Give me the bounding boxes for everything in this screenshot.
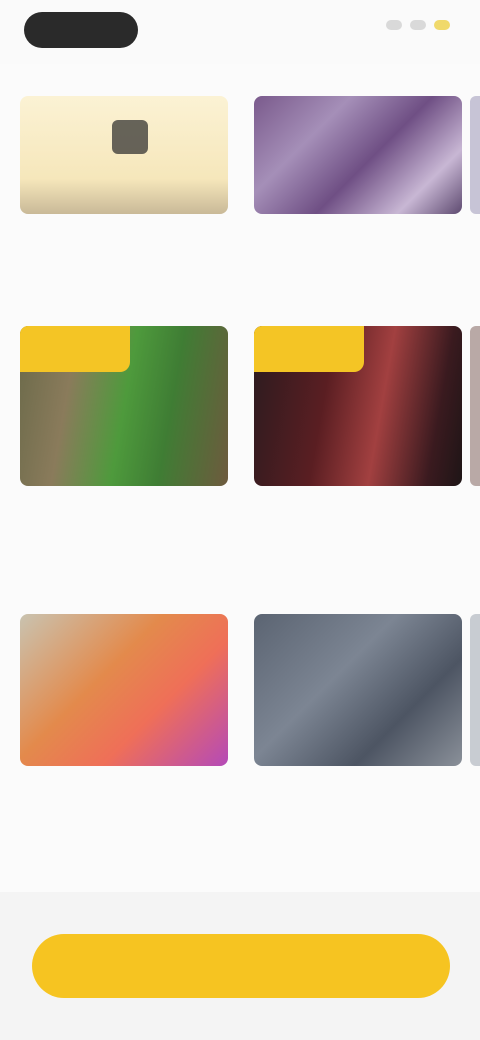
card-subtitle bbox=[20, 254, 228, 268]
card-subtitle bbox=[254, 806, 462, 820]
next-card-peek[interactable] bbox=[470, 326, 480, 486]
status-icons bbox=[386, 20, 450, 30]
next-card-peek[interactable] bbox=[470, 96, 480, 214]
battery-icon bbox=[434, 20, 450, 30]
card-subtitle bbox=[20, 526, 228, 540]
app-icon bbox=[112, 120, 148, 154]
card-title bbox=[254, 230, 462, 246]
card-subtitle bbox=[20, 806, 228, 820]
content-card[interactable] bbox=[254, 614, 462, 820]
primary-action-button[interactable] bbox=[32, 934, 450, 998]
card-badge bbox=[20, 326, 130, 372]
top-bar bbox=[0, 0, 480, 64]
content-card[interactable] bbox=[254, 96, 462, 268]
carousel-row-2[interactable] bbox=[20, 326, 462, 540]
card-thumbnail bbox=[20, 614, 228, 766]
card-title bbox=[254, 502, 462, 518]
card-thumbnail bbox=[20, 96, 228, 214]
card-subtitle bbox=[254, 526, 462, 540]
status-pill bbox=[24, 12, 138, 48]
carousel-row-3[interactable] bbox=[20, 614, 462, 820]
card-badge bbox=[254, 326, 364, 372]
card-subtitle bbox=[254, 254, 462, 268]
screen bbox=[0, 0, 480, 1040]
content-card[interactable] bbox=[20, 96, 228, 268]
card-title bbox=[254, 782, 462, 798]
next-card-peek[interactable] bbox=[470, 614, 480, 766]
card-title bbox=[20, 502, 228, 518]
card-thumbnail bbox=[254, 614, 462, 766]
content-card[interactable] bbox=[20, 326, 228, 540]
content-card[interactable] bbox=[20, 614, 228, 820]
card-title bbox=[20, 230, 228, 246]
content-card[interactable] bbox=[254, 326, 462, 540]
card-thumbnail bbox=[254, 326, 462, 486]
card-thumbnail bbox=[20, 326, 228, 486]
signal-icon bbox=[386, 20, 402, 30]
carousel-row-1[interactable] bbox=[20, 96, 462, 268]
card-thumbnail bbox=[254, 96, 462, 214]
card-title bbox=[20, 782, 228, 798]
wifi-icon bbox=[410, 20, 426, 30]
